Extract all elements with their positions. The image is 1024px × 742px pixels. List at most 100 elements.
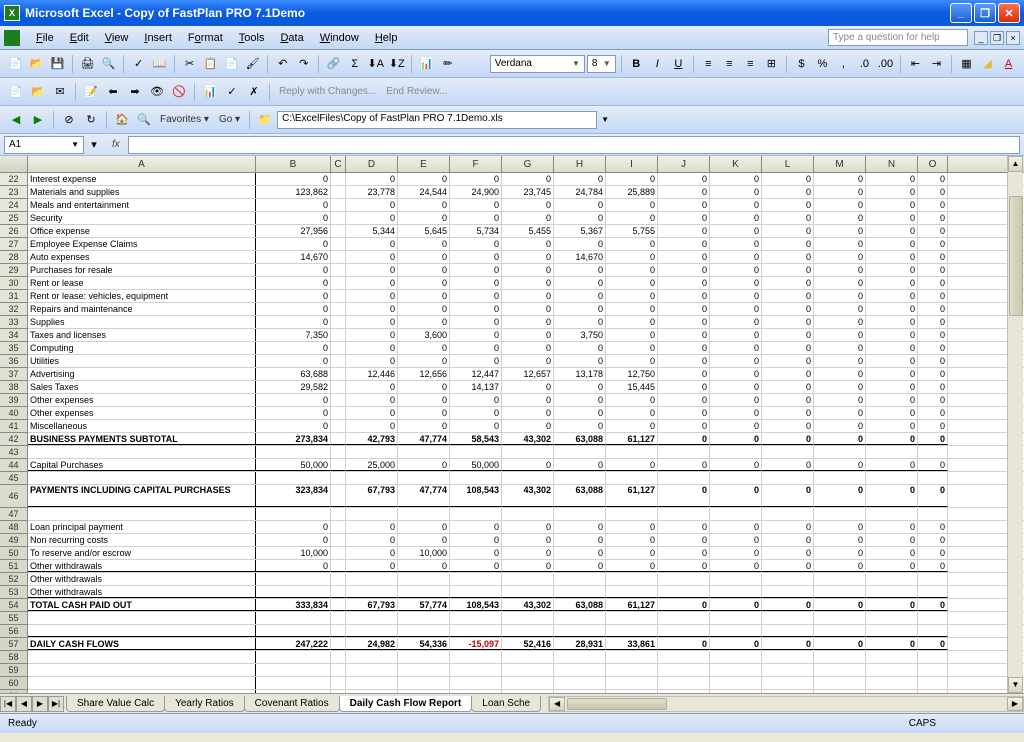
cell[interactable]: 0 (918, 459, 948, 471)
cell[interactable] (256, 690, 331, 693)
cell[interactable]: 0 (762, 459, 814, 471)
cell[interactable] (450, 586, 502, 598)
col-header-I[interactable]: I (606, 156, 658, 172)
cell[interactable]: 0 (398, 173, 450, 185)
cell[interactable]: 0 (256, 173, 331, 185)
cell[interactable] (450, 651, 502, 663)
menu-insert[interactable]: Insert (136, 29, 180, 47)
cell[interactable]: 63,088 (554, 433, 606, 445)
cell[interactable]: Other withdrawals (28, 560, 256, 572)
grid-row[interactable]: Sales Taxes29,5820014,1370015,445000000 (28, 381, 1024, 394)
cell[interactable]: 0 (256, 407, 331, 419)
row-header[interactable]: 27 (0, 238, 27, 251)
cell[interactable] (918, 677, 948, 689)
scroll-down-button[interactable]: ▼ (1008, 677, 1023, 693)
cell[interactable] (762, 472, 814, 484)
cell[interactable] (918, 472, 948, 484)
cell[interactable]: 0 (606, 199, 658, 211)
cell[interactable]: 0 (554, 264, 606, 276)
cell[interactable]: 123,862 (256, 186, 331, 198)
row-header[interactable]: 34 (0, 329, 27, 342)
mail-icon[interactable]: ✉ (50, 82, 70, 102)
cell[interactable]: 0 (658, 316, 710, 328)
cell[interactable]: 0 (554, 173, 606, 185)
cell[interactable] (918, 612, 948, 624)
cell[interactable]: 0 (502, 355, 554, 367)
cell[interactable] (866, 508, 918, 520)
row-header[interactable]: 25 (0, 212, 27, 225)
col-header-L[interactable]: L (762, 156, 814, 172)
accept-change-icon[interactable]: ✓ (222, 82, 242, 102)
cell[interactable] (710, 664, 762, 676)
cell[interactable] (658, 446, 710, 458)
cell[interactable]: 0 (814, 420, 866, 432)
cell[interactable] (554, 664, 606, 676)
menu-format[interactable]: Format (180, 29, 231, 47)
cell[interactable]: 0 (918, 534, 948, 546)
cell[interactable]: 0 (502, 238, 554, 250)
cell[interactable]: 0 (398, 277, 450, 289)
cell[interactable]: 29,582 (256, 381, 331, 393)
cell[interactable]: 0 (918, 212, 948, 224)
cell[interactable]: 43,302 (502, 599, 554, 611)
cell[interactable]: 0 (866, 459, 918, 471)
cell[interactable] (814, 664, 866, 676)
cell[interactable] (658, 573, 710, 585)
cell[interactable]: 0 (554, 290, 606, 302)
cell[interactable]: 0 (814, 459, 866, 471)
cell[interactable]: 0 (866, 212, 918, 224)
cell[interactable]: 0 (866, 264, 918, 276)
grid-row[interactable]: BUSINESS PAYMENTS SUBTOTAL273,83442,7934… (28, 433, 1024, 446)
maximize-button[interactable]: ❐ (974, 3, 996, 23)
cell[interactable] (28, 677, 256, 689)
cell[interactable]: 0 (554, 238, 606, 250)
cell[interactable]: 0 (658, 599, 710, 611)
cell[interactable] (866, 625, 918, 637)
cell[interactable] (606, 677, 658, 689)
cell[interactable]: 0 (606, 355, 658, 367)
search-web-icon[interactable]: 🔍 (134, 110, 154, 130)
cell[interactable]: 0 (658, 264, 710, 276)
cell[interactable]: 0 (814, 355, 866, 367)
cell[interactable]: 0 (866, 329, 918, 341)
cell[interactable]: 0 (762, 225, 814, 237)
cell[interactable]: 24,982 (346, 638, 398, 650)
cell[interactable] (762, 690, 814, 693)
cell[interactable] (762, 446, 814, 458)
col-header-A[interactable]: A (28, 156, 256, 172)
cell[interactable] (346, 508, 398, 520)
cell[interactable]: 0 (658, 638, 710, 650)
cell[interactable]: To reserve and/or escrow (28, 547, 256, 559)
cell[interactable] (918, 446, 948, 458)
cell[interactable]: 0 (710, 212, 762, 224)
cell[interactable] (331, 599, 346, 611)
cell[interactable]: 0 (814, 342, 866, 354)
cell[interactable] (606, 664, 658, 676)
cell[interactable]: 0 (256, 303, 331, 315)
cell[interactable]: 61,127 (606, 433, 658, 445)
cell[interactable] (331, 638, 346, 650)
cell[interactable]: 14,670 (256, 251, 331, 263)
cell[interactable]: Repairs and maintenance (28, 303, 256, 315)
cell[interactable] (331, 238, 346, 250)
cell[interactable]: 28,931 (554, 638, 606, 650)
cell[interactable]: 0 (398, 251, 450, 263)
cell[interactable]: 0 (814, 329, 866, 341)
row-header[interactable]: 33 (0, 316, 27, 329)
cell[interactable]: 0 (918, 381, 948, 393)
row-header[interactable]: 24 (0, 199, 27, 212)
row-header[interactable]: 47 (0, 508, 27, 521)
col-header-C[interactable]: C (331, 156, 346, 172)
cell[interactable]: 12,446 (346, 368, 398, 380)
cell[interactable]: 0 (814, 521, 866, 533)
cell[interactable]: 0 (814, 225, 866, 237)
cell[interactable] (331, 472, 346, 484)
row-header[interactable]: 32 (0, 303, 27, 316)
grid-row[interactable]: To reserve and/or escrow10,000010,000000… (28, 547, 1024, 560)
cell[interactable]: 23,778 (346, 186, 398, 198)
cell[interactable]: Purchases for resale (28, 264, 256, 276)
cell[interactable]: 0 (814, 394, 866, 406)
cell[interactable]: 0 (710, 547, 762, 559)
grid-row[interactable] (28, 664, 1024, 677)
cell[interactable]: 0 (762, 368, 814, 380)
